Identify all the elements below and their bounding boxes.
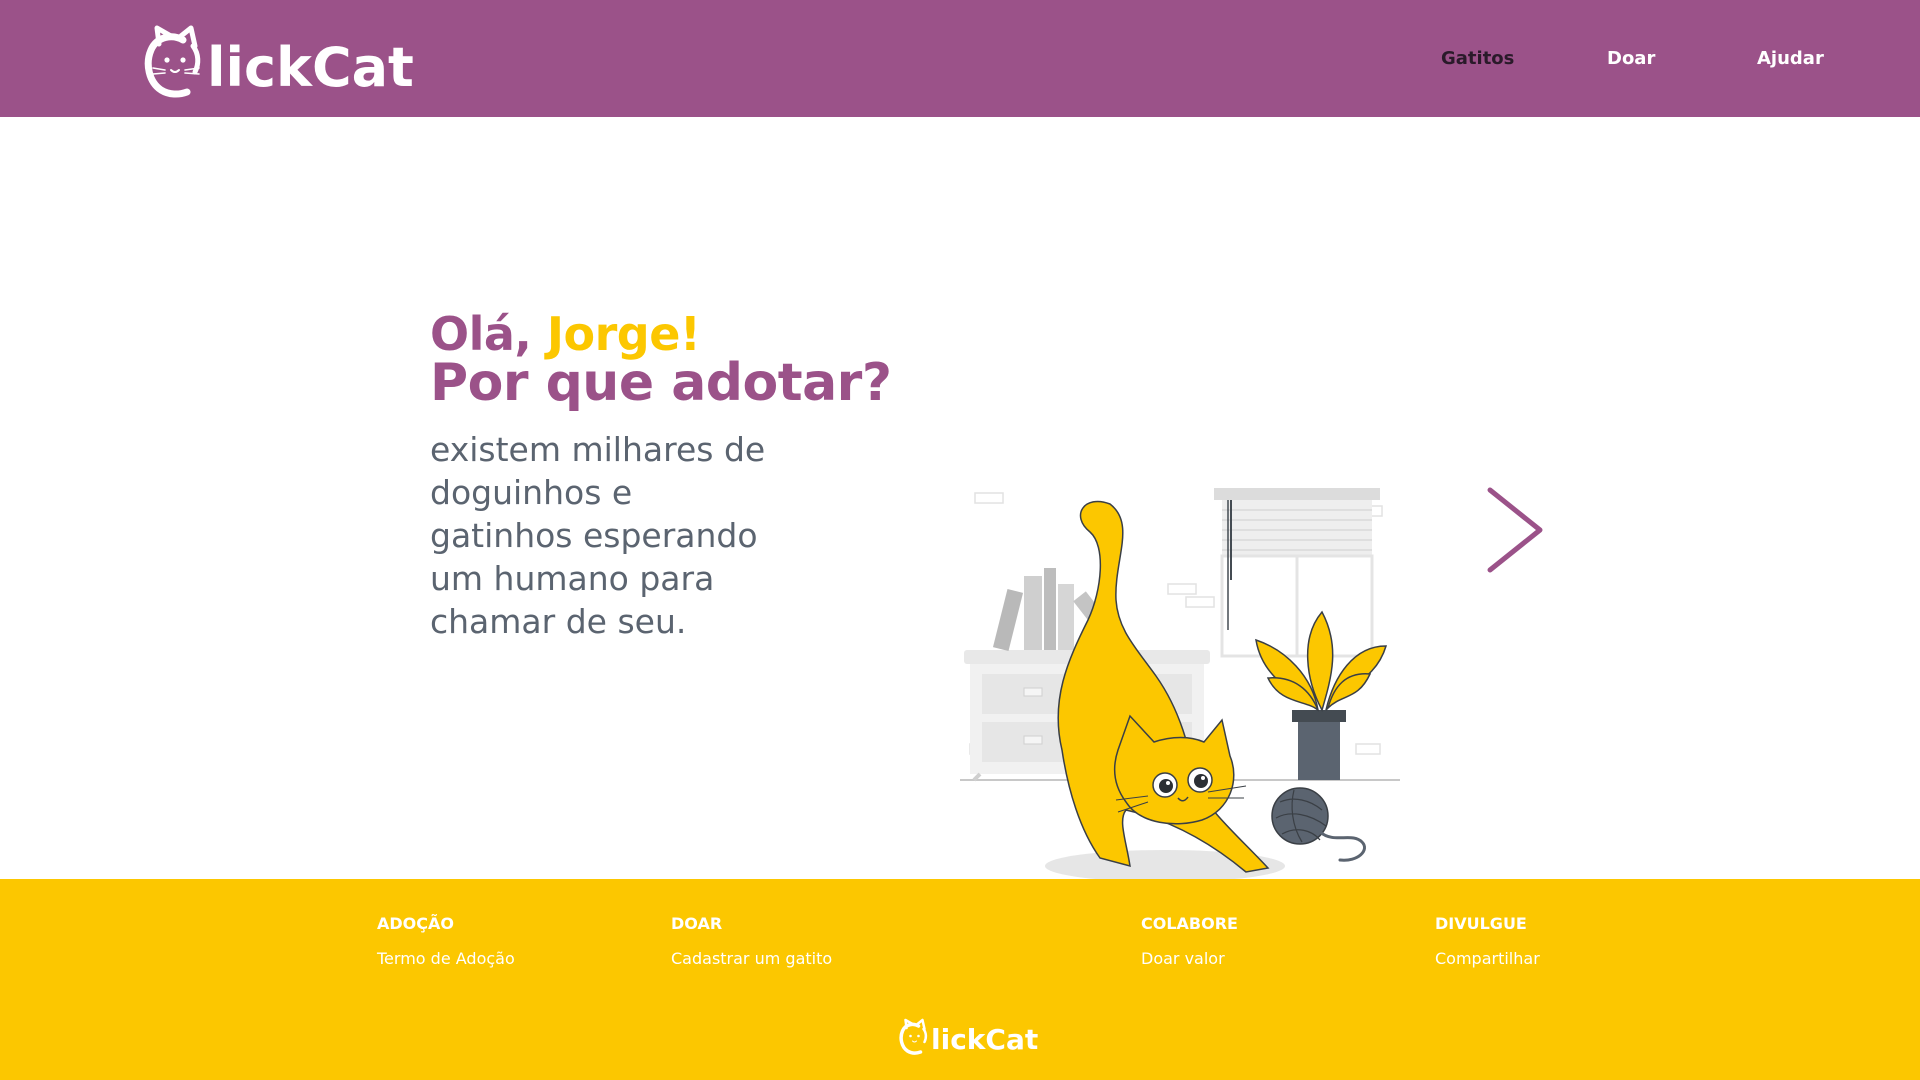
brand-logo-text: lickCat	[207, 36, 414, 99]
nav-link-ajudar[interactable]: Ajudar	[1757, 47, 1824, 71]
cat-head-icon	[899, 1018, 928, 1055]
cat-head-icon	[144, 25, 201, 98]
footer-column-doar: DOAR Cadastrar um gatito	[671, 913, 832, 970]
page-title: Por que adotar?	[430, 353, 892, 413]
site-header: lickCat Gatitos Doar Ajudar	[0, 0, 1920, 117]
brand-logo[interactable]: lickCat	[143, 24, 414, 100]
cat-illustration	[960, 488, 1400, 880]
nav-link-gatitos[interactable]: Gatitos	[1441, 47, 1514, 71]
footer-column-divulgue: DIVULGUE Compartilhar	[1435, 913, 1540, 970]
footer-logo[interactable]: lickCat	[898, 1017, 1038, 1057]
hero-description: existem milhares de doguinhos e gatinhos…	[430, 430, 766, 641]
footer-heading: COLABORE	[1141, 914, 1238, 933]
footer-link-doar-valor[interactable]: Doar valor	[1141, 948, 1238, 970]
footer-column-colabore: COLABORE Doar valor	[1141, 913, 1238, 970]
footer-link-termo-adocao[interactable]: Termo de Adoção	[377, 948, 515, 970]
footer-heading: DOAR	[671, 914, 723, 933]
footer-column-adocao: ADOÇÃO Termo de Adoção	[377, 913, 515, 970]
site-footer: ADOÇÃO Termo de Adoção DOAR Cadastrar um…	[0, 879, 1920, 1080]
footer-heading: DIVULGUE	[1435, 914, 1527, 933]
footer-logo-text: lickCat	[931, 1023, 1039, 1056]
footer-link-compartilhar[interactable]: Compartilhar	[1435, 948, 1540, 970]
footer-link-cadastrar-gatito[interactable]: Cadastrar um gatito	[671, 948, 832, 970]
footer-heading: ADOÇÃO	[377, 914, 454, 933]
nav-link-doar[interactable]: Doar	[1607, 47, 1655, 71]
chevron-right-icon[interactable]	[1484, 486, 1548, 574]
